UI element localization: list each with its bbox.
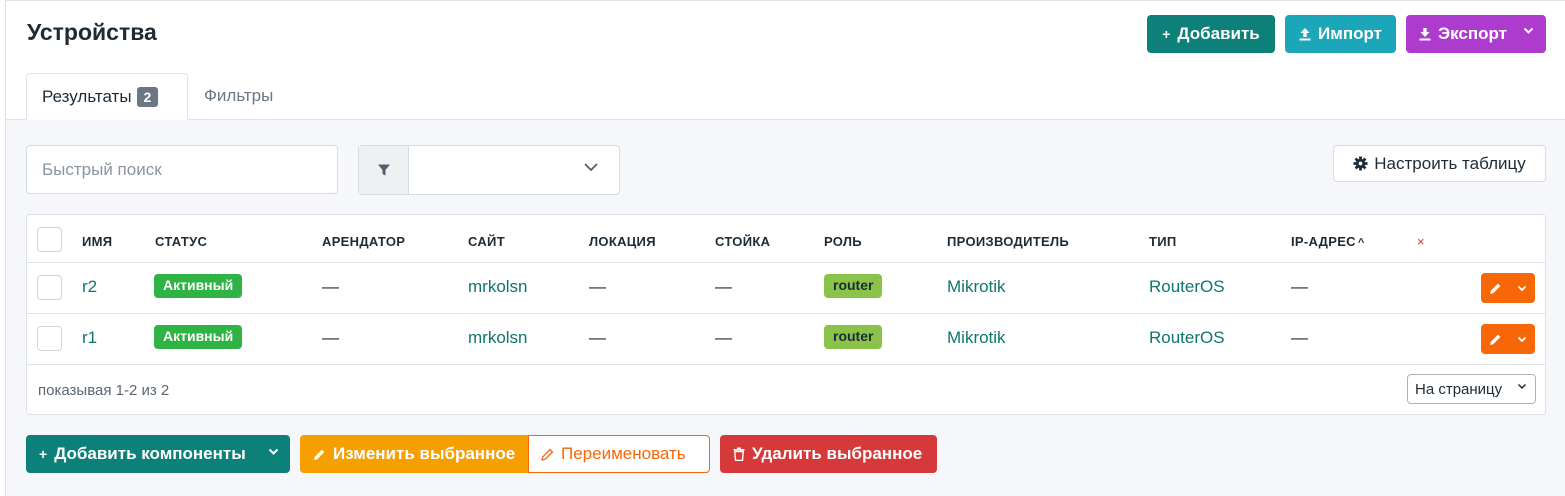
status-badge: Активный: [154, 274, 243, 298]
pencil-icon: [541, 448, 554, 461]
select-all-checkbox[interactable]: [37, 227, 62, 252]
ip-address-cell: —: [1291, 277, 1308, 296]
row-checkbox[interactable]: [37, 326, 62, 351]
manufacturer-link[interactable]: Mikrotik: [947, 277, 1006, 297]
row-checkbox[interactable]: [37, 275, 62, 300]
tab-filters[interactable]: Фильтры: [204, 86, 273, 106]
configure-table-label: Настроить таблицу: [1374, 153, 1526, 173]
rename-button[interactable]: Переименовать: [528, 435, 710, 473]
filter-select-group: [358, 145, 620, 195]
edit-selected-label: Изменить выбранное: [333, 444, 516, 463]
status-badge: Активный: [154, 325, 243, 349]
chevron-down-icon: [1517, 285, 1527, 292]
upload-icon: [1299, 27, 1311, 41]
gear-icon: [1353, 156, 1368, 171]
export-button[interactable]: Экспорт: [1406, 15, 1546, 53]
configure-table-button[interactable]: Настроить таблицу: [1333, 145, 1546, 182]
chevron-down-icon: [1517, 336, 1527, 343]
export-button-label: Экспорт: [1438, 24, 1507, 43]
filter-select[interactable]: [409, 146, 619, 194]
tenant-cell: —: [322, 277, 339, 296]
chevron-down-icon: [268, 448, 279, 456]
tenant-cell: —: [322, 328, 339, 347]
devices-table: ИМЯ СТАТУС АРЕНДАТОР САЙТ ЛОКАЦИЯ СТОЙКА…: [26, 214, 1546, 415]
chevron-down-icon: [583, 162, 599, 172]
row-edit-button[interactable]: [1481, 273, 1535, 303]
table-row: r2 Активный — mrkolsn — — router Mikroti…: [27, 263, 1545, 314]
pencil-icon: [1489, 333, 1502, 346]
column-header-location[interactable]: ЛОКАЦИЯ: [589, 234, 656, 249]
rename-label: Переименовать: [561, 444, 686, 463]
plus-icon: +: [39, 446, 48, 462]
column-header-site[interactable]: САЙТ: [468, 234, 505, 249]
column-header-role[interactable]: РОЛЬ: [824, 234, 862, 249]
delete-selected-label: Удалить выбранное: [752, 444, 923, 463]
column-header-status[interactable]: СТАТУС: [155, 234, 207, 249]
edit-selected-button[interactable]: Изменить выбранное: [300, 435, 528, 473]
tab-results-label: Результаты: [42, 86, 132, 106]
column-header-name[interactable]: ИМЯ: [82, 234, 112, 249]
site-link[interactable]: mrkolsn: [468, 328, 528, 348]
add-button-label: Добавить: [1177, 24, 1260, 43]
column-header-manufacturer[interactable]: ПРОИЗВОДИТЕЛЬ: [947, 234, 1069, 249]
device-name-link[interactable]: r2: [82, 277, 97, 297]
column-header-type[interactable]: ТИП: [1149, 234, 1177, 249]
role-badge[interactable]: router: [824, 325, 883, 349]
device-name-link[interactable]: r1: [82, 328, 97, 348]
device-type-link[interactable]: RouterOS: [1149, 277, 1225, 297]
add-components-button[interactable]: + Добавить компоненты: [26, 435, 290, 473]
table-row: r1 Активный — mrkolsn — — router Mikroti…: [27, 314, 1545, 365]
add-components-label: Добавить компоненты: [54, 444, 246, 463]
ip-address-cell: —: [1291, 328, 1308, 347]
ip-address-header-label: IP-АДРЕС: [1291, 234, 1356, 249]
device-type-link[interactable]: RouterOS: [1149, 328, 1225, 348]
chevron-down-icon: [1517, 383, 1527, 390]
pencil-icon: [1489, 282, 1502, 295]
results-count-badge: 2: [136, 86, 159, 107]
per-page-label: На страницу: [1415, 380, 1503, 398]
plus-icon: +: [1162, 26, 1171, 42]
page-title: Устройства: [27, 19, 157, 45]
add-device-button[interactable]: + Добавить: [1147, 15, 1275, 53]
role-badge[interactable]: router: [824, 274, 883, 298]
location-cell: —: [589, 277, 606, 296]
import-button[interactable]: Импорт: [1285, 15, 1396, 53]
table-header: ИМЯ СТАТУС АРЕНДАТОР САЙТ ЛОКАЦИЯ СТОЙКА…: [27, 215, 1545, 263]
trash-icon: [733, 447, 745, 461]
download-icon: [1419, 27, 1431, 41]
column-header-tenant[interactable]: АРЕНДАТОР: [322, 234, 405, 249]
import-button-label: Импорт: [1318, 24, 1382, 43]
delete-selected-button[interactable]: Удалить выбранное: [720, 435, 937, 473]
tab-results[interactable]: Результаты 2: [26, 73, 188, 120]
sort-asc-icon: ^: [1357, 237, 1365, 249]
per-page-select[interactable]: На страницу: [1407, 374, 1536, 404]
pagination-summary: показывая 1-2 из 2: [38, 382, 170, 399]
site-link[interactable]: mrkolsn: [468, 277, 528, 297]
column-header-rack[interactable]: СТОЙКА: [715, 234, 770, 249]
clear-sort-icon[interactable]: ×: [1417, 234, 1425, 249]
rack-cell: —: [715, 277, 732, 296]
row-edit-button[interactable]: [1481, 324, 1535, 354]
manufacturer-link[interactable]: Mikrotik: [947, 328, 1006, 348]
quick-search-input[interactable]: [26, 145, 338, 194]
filter-icon: [359, 146, 409, 194]
pencil-icon: [313, 448, 326, 461]
column-header-ip-address[interactable]: IP-АДРЕС ^: [1291, 234, 1365, 249]
chevron-down-icon: [1523, 27, 1534, 35]
location-cell: —: [589, 328, 606, 347]
rack-cell: —: [715, 328, 732, 347]
